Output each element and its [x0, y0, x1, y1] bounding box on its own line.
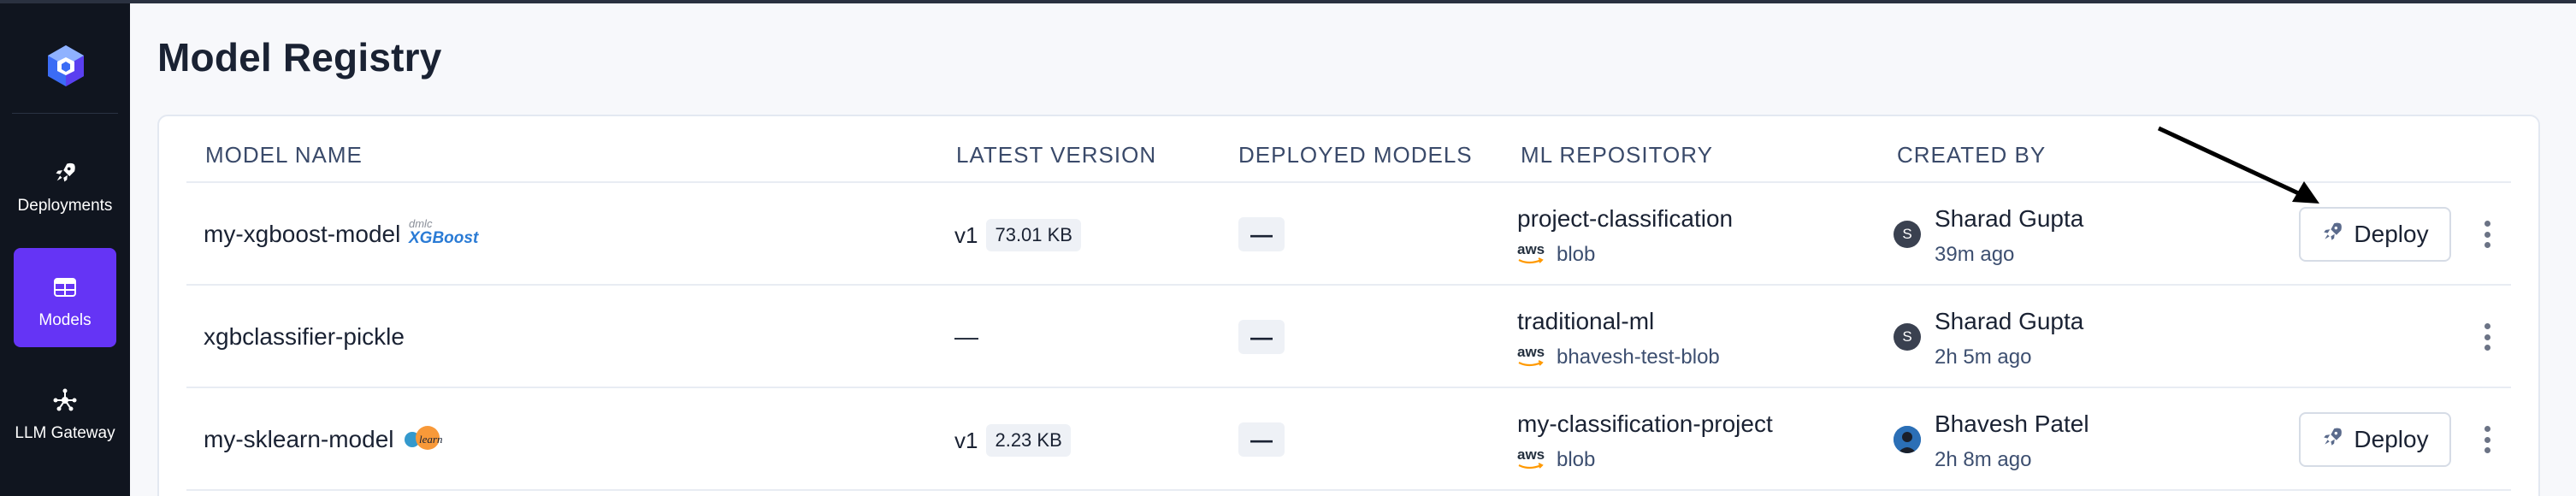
ml-repository-name[interactable]: project-classification	[1517, 205, 1733, 233]
sidebar-item-deployments[interactable]: Deployments	[14, 133, 116, 233]
table-row[interactable]: xgbclassifier-pickle — — traditional-ml …	[186, 286, 2511, 388]
column-header-latest-version[interactable]: LATEST VERSION	[956, 142, 1156, 168]
created-time: 39m ago	[1935, 243, 2015, 266]
storage-name: blob	[1557, 243, 1596, 266]
sidebar-item-label: Models	[38, 311, 92, 329]
ml-repository-name[interactable]: my-classification-project	[1517, 410, 1773, 438]
sklearn-framework-icon: learn	[400, 422, 452, 453]
sidebar: Deployments Models LLM Gateway	[0, 3, 130, 496]
version-label: v1	[954, 427, 978, 453]
rocket-icon	[2321, 221, 2343, 249]
sidebar-item-label: LLM Gateway	[15, 424, 115, 442]
framework-badge-top: dmlc	[409, 217, 433, 230]
xgboost-framework-icon: dmlc XGBoost	[407, 217, 479, 248]
deployed-models-badge: —	[1238, 217, 1285, 251]
storage-name: blob	[1557, 448, 1596, 471]
deploy-button[interactable]: Deploy	[2299, 412, 2451, 467]
column-header-deployed-models[interactable]: DEPLOYED MODELS	[1238, 142, 1473, 168]
more-options-icon[interactable]	[2479, 320, 2496, 354]
created-time: 2h 8m ago	[1935, 448, 2032, 471]
model-size-badge: 73.01 KB	[986, 219, 1081, 251]
sidebar-item-llm-gateway[interactable]: LLM Gateway	[14, 361, 116, 460]
model-size-badge: 2.23 KB	[986, 424, 1071, 457]
svg-text:learn: learn	[419, 433, 442, 446]
aws-icon: aws	[1517, 344, 1548, 368]
latest-version[interactable]: v1 2.23 KB	[954, 424, 1071, 457]
annotation-arrow	[2157, 126, 2319, 204]
more-options-icon[interactable]	[2479, 217, 2496, 251]
deployed-models-badge: —	[1238, 320, 1285, 354]
avatar: S	[1894, 221, 1921, 248]
table-row[interactable]: my-sklearn-model learn v1 2.23 KB — my-c…	[186, 388, 2511, 491]
sidebar-item-label: Deployments	[17, 197, 113, 215]
avatar	[1894, 426, 1921, 453]
rocket-icon	[14, 159, 116, 186]
version-label: v1	[954, 221, 978, 248]
framework-badge-bottom: XGBoost	[409, 229, 479, 247]
table-icon	[14, 274, 116, 301]
deploy-button[interactable]: Deploy	[2299, 207, 2451, 262]
aws-icon: aws	[1517, 241, 1548, 265]
creator-name: Sharad Gupta	[1935, 205, 2084, 232]
column-header-created-by[interactable]: CREATED BY	[1897, 142, 2046, 168]
creator-name: Bhavesh Patel	[1935, 410, 2089, 437]
sidebar-item-models[interactable]: Models	[14, 248, 116, 347]
logo-icon[interactable]	[43, 43, 89, 89]
avatar: S	[1894, 323, 1921, 351]
rocket-icon	[2321, 426, 2343, 454]
sidebar-divider	[12, 113, 118, 114]
more-options-icon[interactable]	[2479, 422, 2496, 457]
latest-version[interactable]: v1 73.01 KB	[954, 219, 1081, 251]
creator-name: Sharad Gupta	[1935, 308, 2084, 334]
column-header-model-name[interactable]: MODEL NAME	[205, 142, 363, 168]
model-name-link[interactable]: my-sklearn-model	[204, 426, 394, 453]
storage-info: aws bhavesh-test-blob	[1517, 344, 1720, 369]
deploy-button-label: Deploy	[2354, 221, 2429, 247]
storage-info: aws blob	[1517, 446, 1596, 472]
app-window: Deployments Models LLM Gateway Model Reg…	[0, 0, 2576, 496]
model-name-link[interactable]: xgbclassifier-pickle	[204, 323, 405, 351]
deployed-models-badge: —	[1238, 422, 1285, 457]
column-header-ml-repository[interactable]: ML REPOSITORY	[1521, 142, 1713, 168]
page-title: Model Registry	[157, 35, 442, 80]
created-time: 2h 5m ago	[1935, 345, 2032, 369]
ml-repository-name[interactable]: traditional-ml	[1517, 308, 1654, 335]
model-name-link[interactable]: my-xgboost-model	[204, 221, 400, 248]
storage-info: aws blob	[1517, 241, 1596, 267]
network-icon	[14, 387, 116, 414]
latest-version-empty: —	[954, 323, 978, 350]
storage-name: bhavesh-test-blob	[1557, 345, 1720, 369]
aws-icon: aws	[1517, 446, 1548, 470]
deploy-button-label: Deploy	[2354, 426, 2429, 452]
